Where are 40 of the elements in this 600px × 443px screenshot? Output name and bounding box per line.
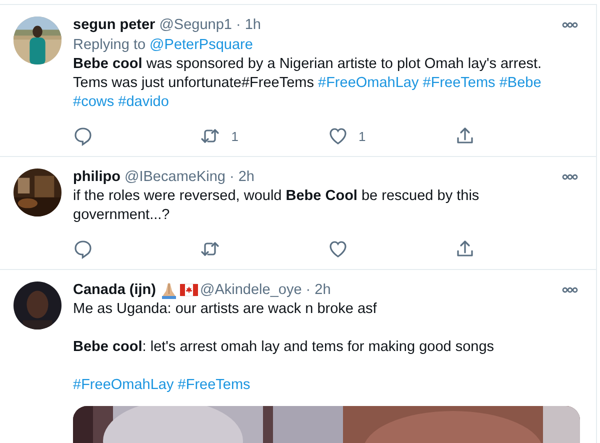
separator-dot: ·: [229, 169, 234, 185]
mention-link[interactable]: @PeterPsquare: [150, 37, 253, 53]
tweet-text: Me as Uganda: our artists are wack n broke asf: [73, 300, 378, 319]
hashtag-link[interactable]: #FreeOmahLay: [318, 75, 419, 91]
timestamp[interactable]: 2h: [238, 169, 254, 185]
retweet-icon[interactable]: [200, 126, 220, 146]
hashtag-link[interactable]: #FreeOmahLay: [73, 377, 174, 393]
more-icon[interactable]: [562, 286, 578, 294]
praying-hands-icon: [160, 281, 178, 299]
reply-label: Replying to: [73, 37, 146, 53]
timestamp[interactable]: 1h: [244, 17, 261, 33]
separator-dot: ·: [236, 17, 241, 33]
user-handle[interactable]: @IBecameKing: [124, 169, 226, 185]
tweet-text: Bebe cool: let's arrest omah lay and tems for making good songs: [73, 338, 496, 357]
hashtag-link[interactable]: #FreeTems: [422, 75, 496, 91]
action-count: 1: [358, 128, 366, 144]
action-count: 1: [231, 128, 238, 144]
hashtag-link[interactable]: #cows: [73, 94, 114, 110]
timestamp[interactable]: 2h: [314, 282, 331, 298]
reply-icon[interactable]: [73, 126, 93, 146]
more-icon[interactable]: [562, 173, 578, 181]
user-handle[interactable]: @Segunp1: [159, 17, 232, 33]
heart-icon[interactable]: [328, 126, 348, 146]
user-name[interactable]: Canada (ijn): [73, 282, 156, 298]
heart-icon[interactable]: [328, 239, 348, 259]
flag-icon: [180, 281, 198, 299]
user-name[interactable]: segun peter: [73, 17, 156, 33]
share-icon[interactable]: [454, 126, 475, 146]
user-handle[interactable]: @Akindele_oye: [200, 282, 302, 298]
tweet-text: if the roles were reversed, would Bebe Cool be rescued by this government...?: [73, 187, 480, 225]
more-icon[interactable]: [562, 21, 578, 29]
separator-dot: ·: [306, 282, 311, 298]
reply-icon[interactable]: [73, 239, 93, 259]
share-icon[interactable]: [454, 239, 475, 259]
hashtag-link[interactable]: #davido: [118, 94, 169, 110]
hashtag-link[interactable]: #Bebe: [499, 75, 542, 91]
retweet-icon[interactable]: [200, 239, 220, 259]
hashtag-link[interactable]: #FreeTems: [178, 377, 250, 393]
user-name[interactable]: philipo: [73, 169, 121, 185]
tweet-text: Bebe cool was sponsored by a Nigerian artiste to plot Omah lay's arrest. Tems was just unfortunate#FreeTems #FreeOmahLay #FreeTems #Bebe #cows #davido: [73, 55, 543, 112]
